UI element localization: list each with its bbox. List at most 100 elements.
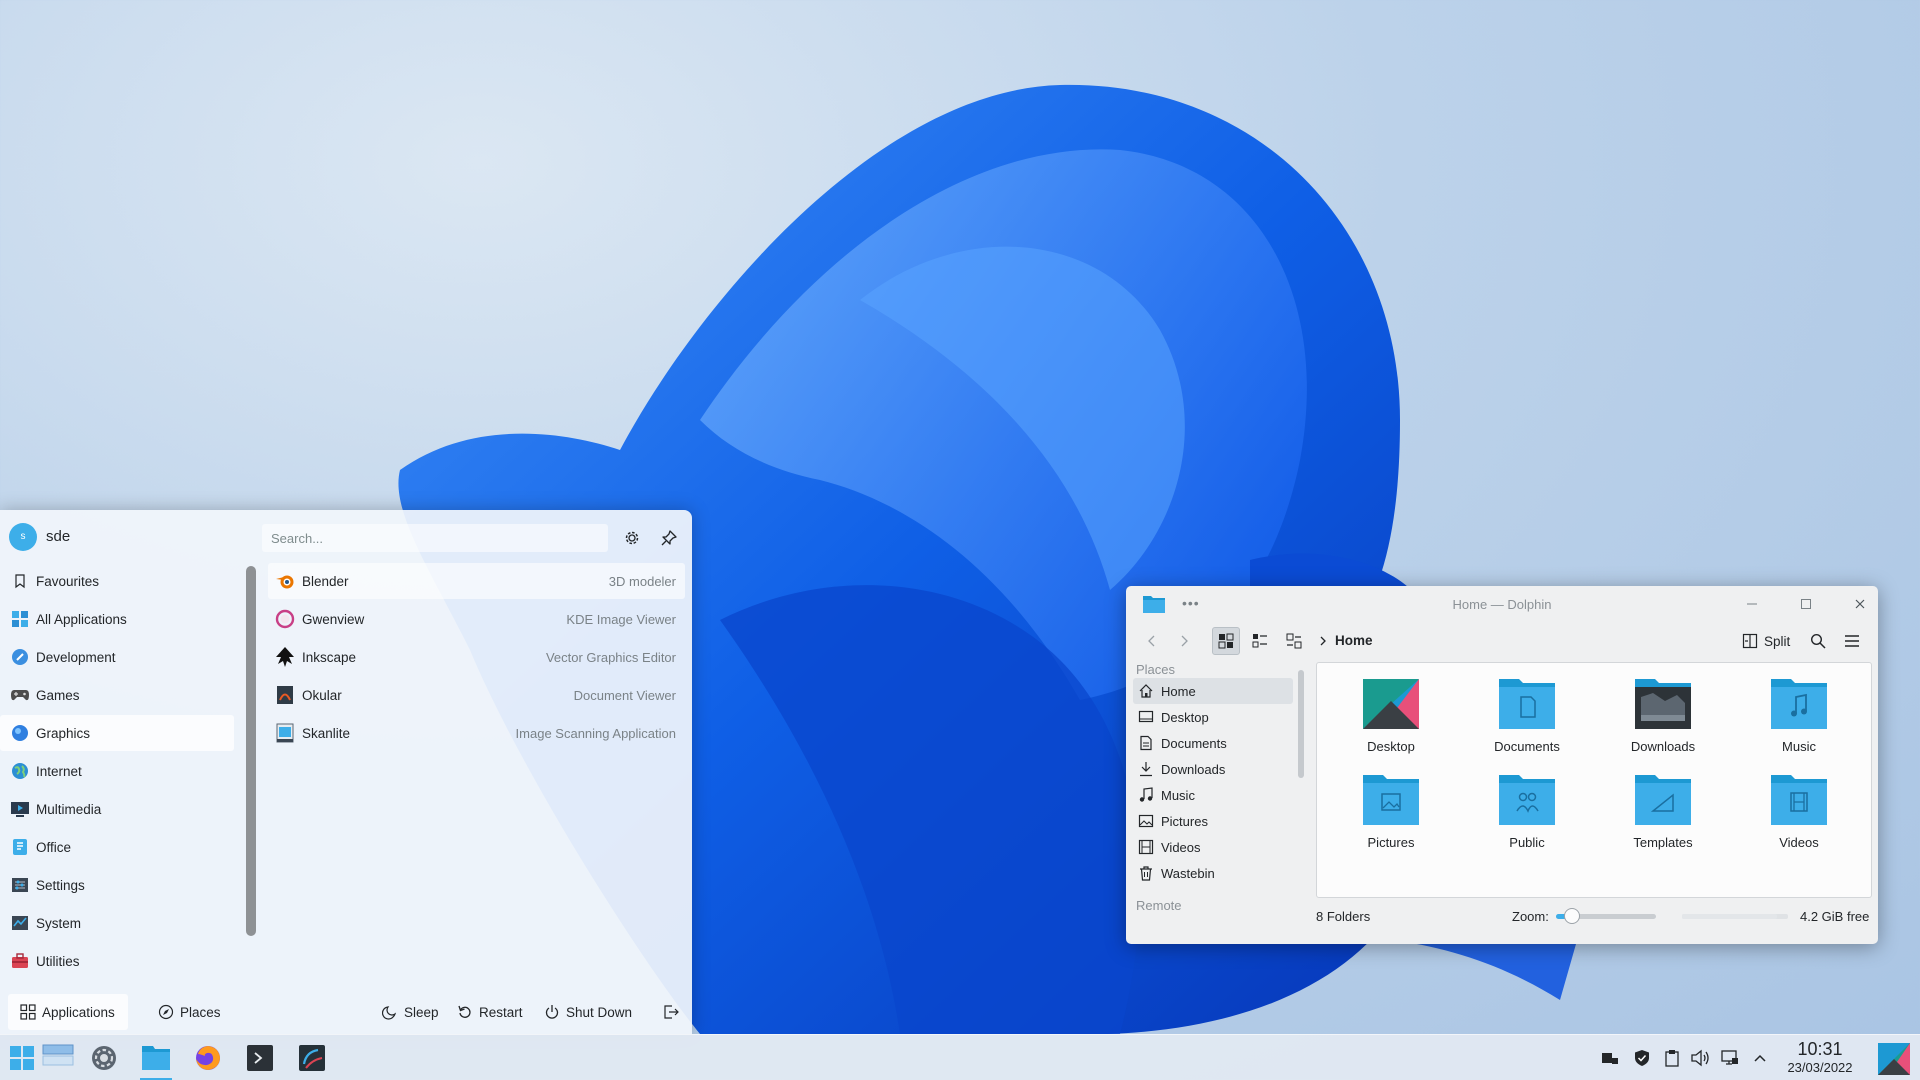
tray-expand-button[interactable] [1750,1048,1770,1068]
shutdown-button[interactable]: Shut Down [544,994,639,1030]
places-item-wastebin[interactable]: Wastebin [1133,860,1293,886]
window-title: Home — Dolphin [1452,597,1552,612]
places-item-videos[interactable]: Videos [1133,834,1293,860]
category-development[interactable]: Development [0,639,234,675]
category-favourites[interactable]: Favourites [0,563,234,599]
chevron-right-icon [1181,635,1188,647]
graphics-icon [10,723,30,743]
app-launcher-button[interactable] [6,1042,38,1074]
category-internet[interactable]: Internet [0,753,234,789]
compact-view-button[interactable] [1246,627,1274,655]
places-item-home[interactable]: Home [1133,678,1293,704]
back-button[interactable] [1138,627,1166,655]
folder-icon [142,1046,170,1070]
tray-keyboard-layout[interactable] [1600,1048,1620,1068]
tray-network[interactable] [1720,1048,1740,1068]
places-item-downloads[interactable]: Downloads [1133,756,1293,782]
home-icon [1139,684,1153,698]
show-desktop-button[interactable] [1878,1043,1910,1075]
clock-date: 23/03/2022 [1787,1060,1853,1075]
search-input[interactable] [262,524,608,552]
tab-places[interactable]: Places [158,994,238,1030]
category-system[interactable]: System [0,905,234,941]
minimize-button[interactable] [1742,594,1762,614]
configure-button[interactable] [618,524,646,552]
logout-button[interactable] [658,994,684,1030]
taskbar-system-settings[interactable] [88,1042,120,1074]
app-name: Blender [302,573,349,589]
category-games[interactable]: Games [0,677,234,713]
details-view-button[interactable] [1280,627,1308,655]
category-label: Multimedia [36,801,102,817]
folder-item-templates[interactable]: Templates [1603,773,1723,863]
category-all-applications[interactable]: All Applications [0,601,234,637]
tray-volume[interactable] [1690,1048,1710,1068]
restart-label: Restart [479,1004,523,1020]
tray-security[interactable] [1632,1048,1652,1068]
zoom-slider-handle[interactable] [1564,908,1581,924]
taskbar-kde-app[interactable] [296,1042,328,1074]
folder-item-public[interactable]: Public [1467,773,1587,863]
details-view-icon [1286,633,1302,649]
category-multimedia[interactable]: Multimedia [0,791,234,827]
places-scrollbar[interactable] [1298,670,1304,778]
videos-folder-icon [1771,775,1827,825]
forward-button[interactable] [1170,627,1198,655]
pin-button[interactable] [655,524,683,552]
zoom-slider[interactable] [1556,908,1656,924]
search-button[interactable] [1804,627,1832,655]
shutdown-label: Shut Down [566,1004,633,1020]
application-launcher: s sde Favourites All Applications Develo… [0,510,692,1034]
network-icon [1721,1050,1738,1065]
app-blender[interactable]: Blender 3D modeler [268,563,685,599]
places-item-music[interactable]: Music [1133,782,1293,808]
maximize-button[interactable] [1796,594,1816,614]
folder-item-music[interactable]: Music [1739,677,1859,767]
breadcrumb-home[interactable]: Home [1335,633,1373,648]
app-skanlite[interactable]: Skanlite Image Scanning Application [268,715,685,751]
power-icon [545,1005,559,1019]
split-button[interactable]: Split [1742,628,1790,654]
icons-view-button[interactable] [1212,627,1240,655]
folder-item-documents[interactable]: Documents [1467,677,1587,767]
system-settings-icon [92,1046,116,1070]
places-label: Desktop [1161,709,1209,725]
taskbar-firefox[interactable] [192,1042,224,1074]
tab-applications[interactable]: Applications [8,994,128,1030]
places-item-pictures[interactable]: Pictures [1133,808,1293,834]
tray-clipboard[interactable] [1662,1048,1682,1068]
taskbar-dolphin[interactable] [140,1042,172,1074]
taskbar-terminal[interactable] [244,1042,276,1074]
avatar[interactable]: s [9,523,37,551]
category-label: All Applications [36,611,127,627]
places-item-documents[interactable]: Documents [1133,730,1293,756]
folder-item-desktop[interactable]: Desktop [1331,677,1451,767]
category-graphics[interactable]: Graphics [0,715,234,751]
icons-view-icon [1218,633,1234,649]
music-folder-icon [1771,679,1827,729]
category-utilities[interactable]: Utilities [0,943,234,979]
category-scrollbar[interactable] [246,566,256,936]
category-office[interactable]: Office [0,829,234,865]
folder-item-pictures[interactable]: Pictures [1331,773,1451,863]
digital-clock[interactable]: 10:31 23/03/2022 [1772,1039,1868,1076]
folder-item-downloads[interactable]: Downloads [1603,677,1723,767]
picture-icon [1138,814,1154,828]
app-inkscape[interactable]: Inkscape Vector Graphics Editor [268,639,685,675]
office-icon [10,837,30,857]
shield-icon [1635,1050,1649,1066]
sleep-button[interactable]: Sleep [382,994,444,1030]
app-gwenview[interactable]: Gwenview KDE Image Viewer [268,601,685,637]
multimedia-icon [10,799,30,819]
hamburger-menu-button[interactable] [1838,627,1866,655]
restart-button[interactable]: Restart [457,994,529,1030]
virtual-desktop-pager[interactable] [42,1039,74,1071]
places-item-desktop[interactable]: Desktop [1133,704,1293,730]
discover-icon [299,1045,325,1071]
category-settings[interactable]: Settings [0,867,234,903]
folder-item-videos[interactable]: Videos [1739,773,1859,863]
title-bar[interactable]: ••• Home — Dolphin [1126,586,1878,622]
clipboard-icon [1665,1050,1679,1067]
close-button[interactable] [1850,594,1870,614]
app-okular[interactable]: Okular Document Viewer [268,677,685,713]
